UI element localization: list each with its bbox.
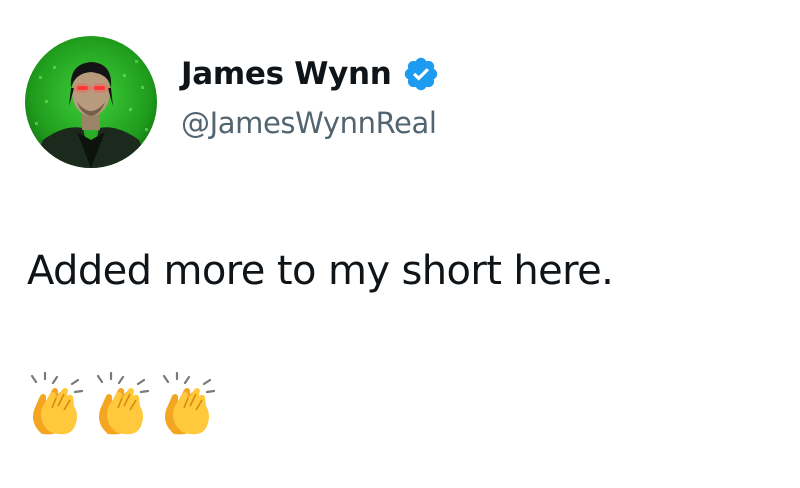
- author-handle[interactable]: @JamesWynnReal: [181, 106, 437, 140]
- author-display-name[interactable]: James Wynn: [181, 56, 392, 92]
- clapping-hands-icon: [96, 372, 150, 435]
- verified-badge-icon: [404, 57, 437, 91]
- author-name-row: James Wynn: [181, 52, 440, 96]
- tweet-text: Added more to my short here.: [27, 248, 614, 294]
- author-avatar[interactable]: [25, 36, 157, 168]
- avatar-photo-icon: [25, 36, 157, 168]
- emoji-row: [28, 372, 218, 438]
- clapping-hands-icon: [162, 372, 216, 435]
- clapping-hands-icon: [30, 372, 84, 435]
- tweet-card: James Wynn @JamesWynnReal Added more to …: [0, 0, 800, 488]
